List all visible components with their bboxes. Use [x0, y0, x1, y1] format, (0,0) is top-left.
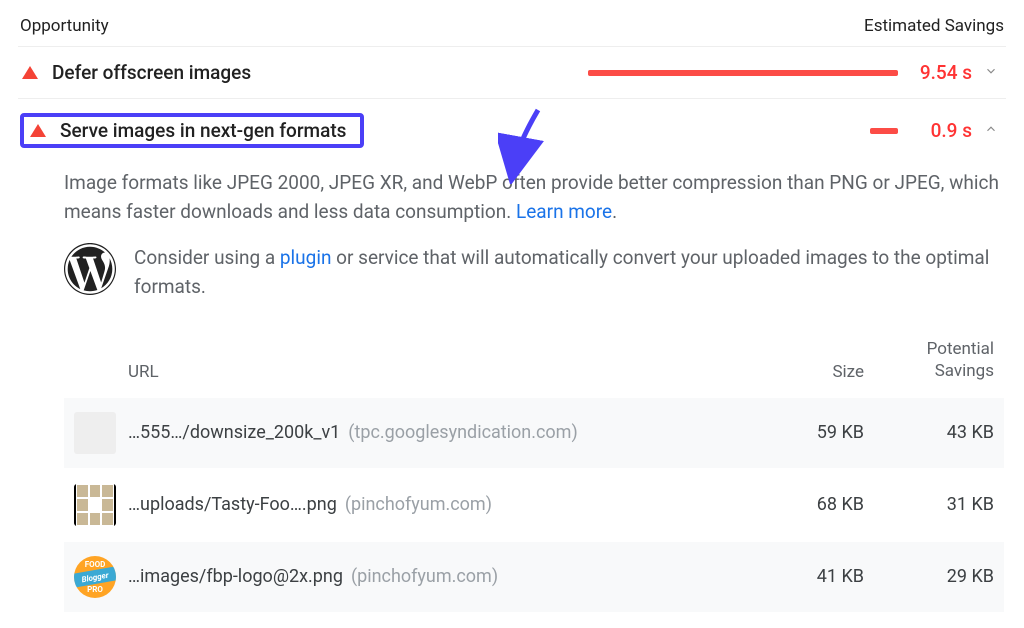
savings-cell: 31 KB — [864, 494, 994, 515]
savings-value: 0.9 s — [912, 119, 972, 142]
opportunity-column-header: Opportunity — [20, 16, 109, 36]
savings-cell: 43 KB — [864, 422, 994, 443]
opportunity-detail-panel: Image formats like JPEG 2000, JPEG XR, a… — [18, 162, 1006, 616]
url-path: …uploads/Tasty-Foo….png — [128, 494, 337, 515]
size-cell: 68 KB — [754, 494, 864, 515]
warning-triangle-icon — [22, 66, 38, 79]
savings-column-header: Estimated Savings — [864, 16, 1004, 36]
opportunity-description: Image formats like JPEG 2000, JPEG XR, a… — [64, 168, 1004, 227]
opportunity-title: Defer offscreen images — [52, 61, 251, 84]
url-host: (tpc.googlesyndication.com) — [348, 422, 577, 443]
chevron-down-icon[interactable] — [982, 63, 1000, 83]
image-thumbnail: FOOD Blogger PRO — [74, 556, 116, 598]
plugin-link[interactable]: plugin — [280, 246, 332, 269]
stack-pack-text: Consider using a plugin or service that … — [134, 243, 1004, 302]
warning-triangle-icon — [30, 124, 46, 137]
size-cell: 41 KB — [754, 566, 864, 587]
stack-pack-wordpress: Consider using a plugin or service that … — [64, 243, 1004, 302]
savings-value: 9.54 s — [912, 61, 972, 84]
table-row: …555…/downsize_200k_v1 (tpc.googlesyndic… — [64, 398, 1004, 468]
highlight-annotation: Serve images in next-gen formats — [20, 113, 364, 148]
opportunity-row-nextgen-formats[interactable]: Serve images in next-gen formats 0.9 s — [18, 98, 1006, 162]
url-path: …images/fbp-logo@2x.png — [128, 566, 343, 587]
opportunity-row-defer-offscreen[interactable]: Defer offscreen images 9.54 s — [18, 46, 1006, 98]
image-thumbnail — [74, 412, 116, 454]
table-header: URL Size Potential Savings — [64, 332, 1004, 396]
url-cell[interactable]: …images/fbp-logo@2x.png (pinchofyum.com) — [128, 566, 754, 587]
url-cell[interactable]: …555…/downsize_200k_v1 (tpc.googlesyndic… — [128, 422, 754, 443]
potential-savings-header: Potential Savings — [864, 338, 994, 382]
savings-bar — [588, 128, 898, 134]
learn-more-link[interactable]: Learn more — [516, 200, 612, 223]
table-row: …uploads/Tasty-Foo….png (pinchofyum.com)… — [64, 470, 1004, 540]
url-cell[interactable]: …uploads/Tasty-Foo….png (pinchofyum.com) — [128, 494, 754, 515]
size-cell: 59 KB — [754, 422, 864, 443]
wordpress-icon — [64, 243, 116, 295]
chevron-up-icon[interactable] — [982, 121, 1000, 141]
url-header: URL — [128, 362, 754, 382]
url-host: (pinchofyum.com) — [351, 566, 498, 587]
size-header: Size — [754, 362, 864, 382]
savings-table: URL Size Potential Savings …555…/downsiz… — [64, 332, 1004, 612]
url-path: …555…/downsize_200k_v1 — [128, 422, 340, 443]
table-header-row: Opportunity Estimated Savings — [18, 12, 1006, 46]
url-host: (pinchofyum.com) — [345, 494, 492, 515]
savings-cell: 29 KB — [864, 566, 994, 587]
table-row: FOOD Blogger PRO …images/fbp-logo@2x.png… — [64, 542, 1004, 612]
savings-bar — [588, 70, 898, 76]
image-thumbnail — [74, 484, 116, 526]
opportunity-title: Serve images in next-gen formats — [60, 119, 346, 142]
